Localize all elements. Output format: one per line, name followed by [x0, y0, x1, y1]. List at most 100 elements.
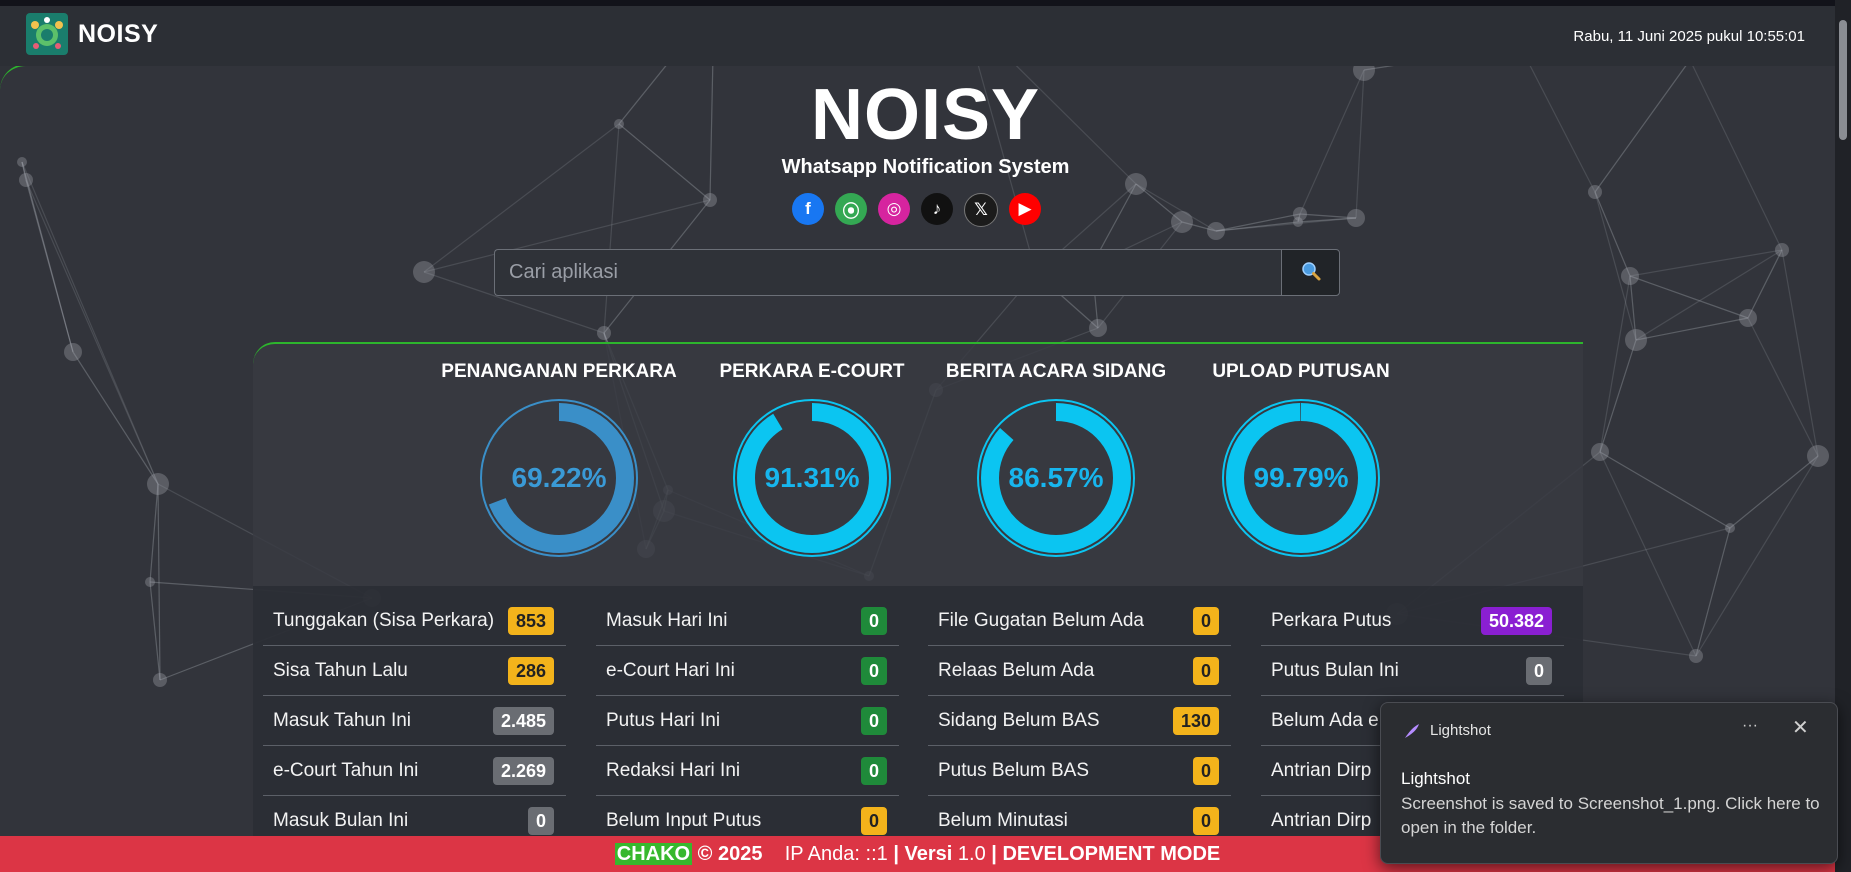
stat-label: File Gugatan Belum Ada — [938, 610, 1144, 631]
stat-row[interactable]: Sisa Tahun Lalu 286 — [263, 646, 566, 696]
gauge-perkara-ecourt: 91.31% — [731, 397, 893, 559]
stat-label: Putus Hari Ini — [606, 710, 721, 731]
more-options-icon[interactable]: ··· — [1742, 717, 1758, 735]
search-button[interactable] — [1281, 249, 1340, 296]
stat-label: Relaas Belum Ada — [938, 660, 1095, 681]
stats-column-3: File Gugatan Belum Ada 0 Relaas Belum Ada 0… — [928, 596, 1231, 846]
gauge-berita-acara-sidang: 86.57% — [975, 397, 1137, 559]
stat-badge: 50.382 — [1480, 607, 1552, 635]
stat-badge: 2.485 — [492, 707, 554, 735]
notification-title: Lightshot — [1401, 769, 1470, 788]
instagram-icon[interactable]: ◎ — [878, 193, 910, 225]
gauge-penanganan-perkara: 69.22% — [478, 397, 640, 559]
close-icon[interactable]: ✕ — [1792, 715, 1809, 740]
x-icon[interactable]: 𝕏 — [964, 193, 998, 227]
youtube-icon[interactable]: ▶ — [1009, 193, 1041, 225]
gauge-label-penanganan: PENANGANAN PERKARA — [441, 361, 677, 382]
google-maps-icon[interactable]: ⦿ — [835, 193, 867, 225]
stats-column-2: Masuk Hari Ini 0 e-Court Hari Ini 0 Putus Ha… — [596, 596, 899, 846]
social-links: f ⦿ ◎ ♪ 𝕏 ▶ — [792, 193, 1041, 227]
stat-label: e-Court Hari Ini — [606, 660, 735, 681]
stat-badge: 130 — [1172, 707, 1219, 735]
footer-separator: | — [991, 843, 997, 865]
stat-label: Belum Ada e — [1271, 710, 1379, 731]
stat-row[interactable]: Redaksi Hari Ini 0 — [596, 746, 899, 796]
stat-row[interactable]: e-Court Hari Ini 0 — [596, 646, 899, 696]
page-title: NOISY — [810, 75, 1041, 155]
footer-mode: DEVELOPMENT MODE — [1002, 843, 1221, 865]
stat-label: Antrian Dirp — [1271, 760, 1372, 781]
gauge-upload-putusan: 99.79% — [1220, 397, 1382, 559]
notification-app-name: Lightshot — [1430, 722, 1491, 739]
stat-badge: 0 — [527, 807, 554, 835]
footer-ip-value: ::1 — [865, 843, 888, 865]
stat-label: Tunggakan (Sisa Perkara) — [273, 610, 495, 631]
stat-label: Sidang Belum BAS — [938, 710, 1100, 731]
stat-label: Antrian Dirp — [1271, 810, 1372, 831]
search-icon — [1301, 262, 1320, 281]
facebook-icon[interactable]: f — [792, 193, 824, 225]
stat-label: Perkara Putus — [1271, 610, 1392, 631]
stat-badge: 0 — [1192, 807, 1219, 835]
stat-label: Sisa Tahun Lalu — [273, 660, 408, 681]
gauge-value: 69.22% — [511, 462, 607, 493]
search-bar — [494, 249, 1340, 296]
stat-label: Redaksi Hari Ini — [606, 760, 741, 781]
gauge-value: 86.57% — [1008, 462, 1104, 493]
gauge-label-ecourt: PERKARA E-COURT — [719, 361, 905, 382]
brand-name[interactable]: NOISY — [78, 20, 158, 49]
stat-badge: 853 — [507, 607, 554, 635]
stat-row[interactable]: Perkara Putus 50.382 — [1261, 596, 1564, 646]
stat-label: Belum Minutasi — [938, 810, 1068, 831]
stat-label: e-Court Tahun Ini — [273, 760, 419, 781]
stat-row[interactable]: Putus Belum BAS 0 — [928, 746, 1231, 796]
gauge-value: 91.31% — [764, 462, 860, 493]
stat-badge: 0 — [860, 607, 887, 635]
stat-badge: 0 — [860, 757, 887, 785]
current-datetime: Rabu, 11 Juni 2025 pukul 10:55:01 — [1573, 28, 1805, 45]
stat-label: Putus Belum BAS — [938, 760, 1090, 781]
lightshot-notification[interactable]: Lightshot ··· ✕ Lightshot Screenshot is … — [1380, 702, 1838, 864]
search-input[interactable] — [494, 249, 1281, 296]
stats-column-1: Tunggakan (Sisa Perkara) 853 Sisa Tahun La… — [263, 596, 566, 846]
stat-row[interactable]: Masuk Hari Ini 0 — [596, 596, 899, 646]
stat-label: Masuk Tahun Ini — [273, 710, 412, 731]
scrollbar-thumb[interactable] — [1839, 20, 1847, 140]
stat-label: Masuk Hari Ini — [606, 610, 728, 631]
stat-label: Belum Input Putus — [606, 810, 762, 831]
stat-badge: 0 — [860, 657, 887, 685]
stat-row[interactable]: File Gugatan Belum Ada 0 — [928, 596, 1231, 646]
stat-row[interactable]: Relaas Belum Ada 0 — [928, 646, 1231, 696]
notification-body[interactable]: Screenshot is saved to Screenshot_1.png.… — [1401, 792, 1826, 840]
stat-badge: 0 — [1192, 607, 1219, 635]
top-navbar: NOISY Rabu, 11 Juni 2025 pukul 10:55:01 — [0, 0, 1851, 66]
stat-row[interactable]: Masuk Tahun Ini 2.485 — [263, 696, 566, 746]
stat-row[interactable]: Tunggakan (Sisa Perkara) 853 — [263, 596, 566, 646]
gauge-label-bas: BERITA ACARA SIDANG — [945, 361, 1167, 382]
stat-row[interactable]: e-Court Tahun Ini 2.269 — [263, 746, 566, 796]
footer-brand[interactable]: CHAKO — [614, 843, 693, 865]
footer-separator: | — [893, 843, 899, 865]
stat-row[interactable]: Putus Hari Ini 0 — [596, 696, 899, 746]
footer-ip-label: IP Anda: — [784, 843, 860, 865]
stat-badge: 286 — [507, 657, 554, 685]
gauge-label-upload: UPLOAD PUTUSAN — [1212, 361, 1390, 382]
tiktok-icon[interactable]: ♪ — [921, 193, 953, 225]
gauge-value: 99.79% — [1253, 462, 1349, 493]
stat-row[interactable]: Putus Bulan Ini 0 — [1261, 646, 1564, 696]
footer-versi-label: Versi — [904, 843, 953, 865]
stat-label: Putus Bulan Ini — [1271, 660, 1399, 681]
stat-badge: 0 — [860, 707, 887, 735]
stat-label: Masuk Bulan Ini — [273, 810, 409, 831]
page-subtitle: Whatsapp Notification System — [781, 156, 1070, 178]
footer-versi-value: 1.0 — [957, 843, 986, 865]
stat-badge: 0 — [1192, 657, 1219, 685]
stat-badge: 0 — [1525, 657, 1552, 685]
stat-badge: 0 — [860, 807, 887, 835]
footer-copyright: © 2025 — [697, 843, 763, 865]
stat-badge: 2.269 — [492, 757, 554, 785]
lightshot-feather-icon — [1403, 722, 1421, 745]
stat-row[interactable]: Sidang Belum BAS 130 — [928, 696, 1231, 746]
stat-badge: 0 — [1192, 757, 1219, 785]
app-logo-icon[interactable] — [26, 13, 68, 55]
